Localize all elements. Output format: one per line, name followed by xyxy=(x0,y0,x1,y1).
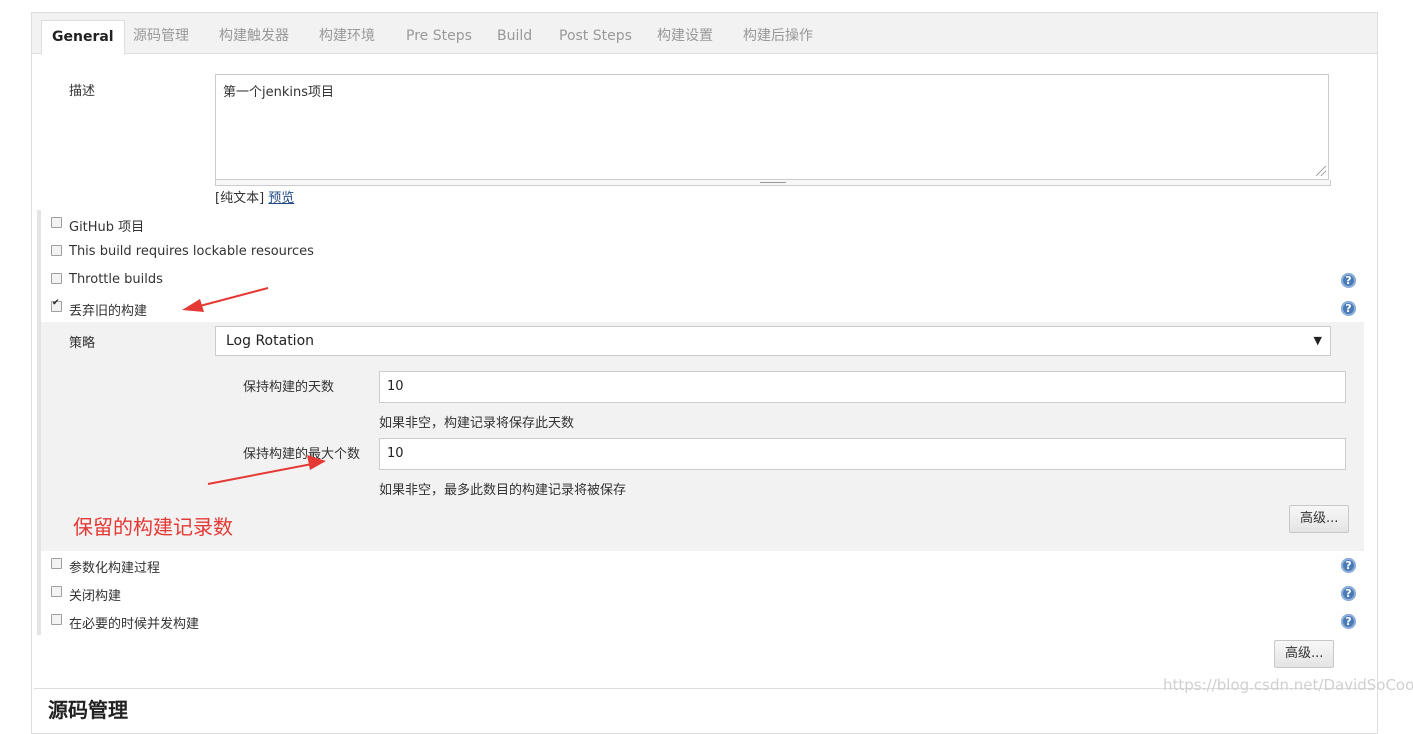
arrow-to-max-builds xyxy=(207,455,326,485)
arrow-to-discard-checkbox xyxy=(182,287,269,312)
annotation-arrows xyxy=(182,287,326,485)
